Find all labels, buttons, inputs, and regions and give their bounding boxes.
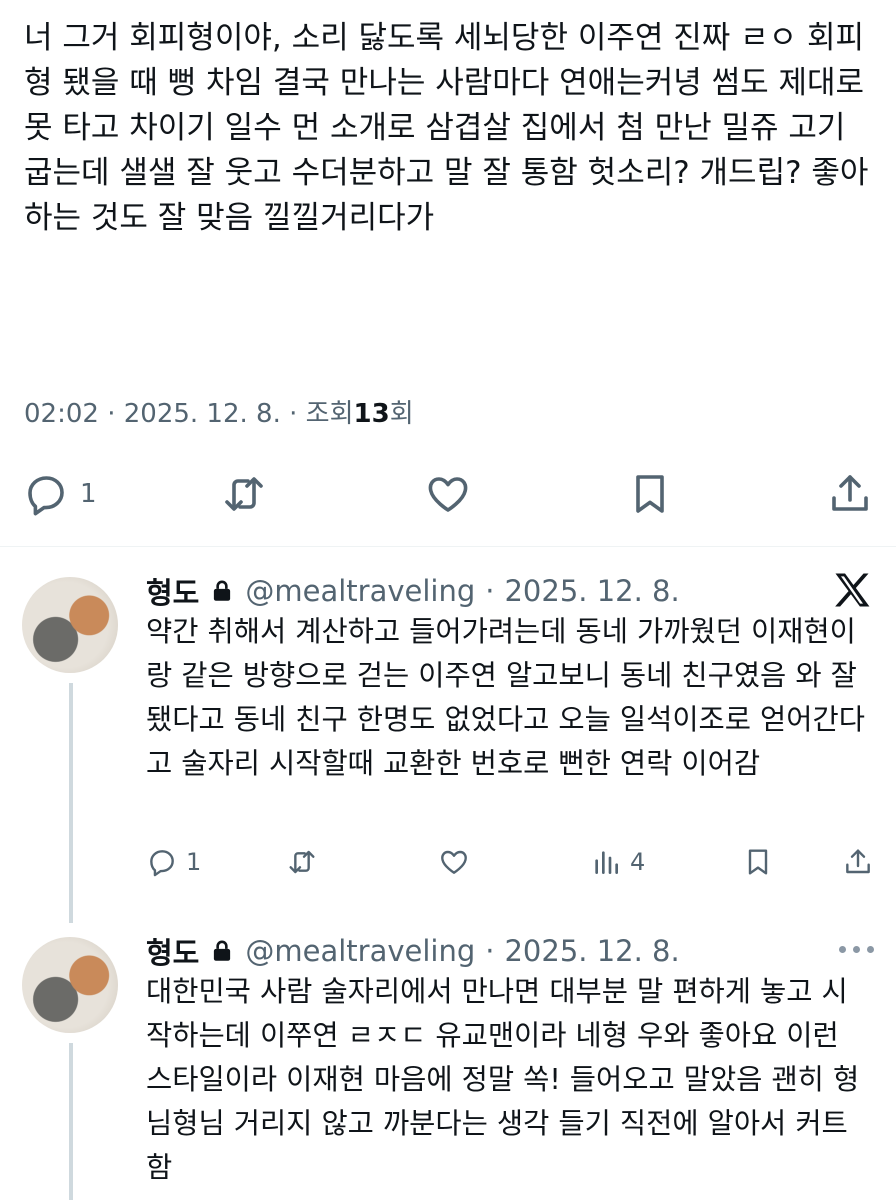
repost-button[interactable] bbox=[286, 846, 318, 878]
analytics-icon bbox=[595, 851, 618, 874]
header-separator: · bbox=[485, 574, 495, 608]
reply-count: 1 bbox=[186, 848, 202, 876]
view-count: 4 bbox=[630, 848, 646, 876]
lock-icon bbox=[209, 578, 235, 604]
lock-icon bbox=[209, 938, 235, 964]
views-label: 조회 bbox=[305, 399, 354, 429]
username[interactable]: @mealtraveling bbox=[245, 574, 475, 608]
reply-header: 형도 @mealtraveling · 2025. 12. 8. bbox=[146, 570, 680, 612]
share-icon bbox=[832, 475, 868, 511]
reply-header: 형도 @mealtraveling · 2025. 12. 8. bbox=[146, 930, 680, 972]
bookmark-button[interactable] bbox=[626, 470, 674, 518]
views-count: 13 bbox=[353, 399, 390, 429]
share-icon bbox=[846, 849, 870, 874]
bookmark-icon bbox=[636, 475, 664, 513]
reply-text: 약간 취해서 계산하고 들어가려는데 동네 가까웠던 이재현이랑 같은 방향으로… bbox=[146, 615, 865, 780]
tweet-time[interactable]: 02:02 bbox=[24, 399, 99, 429]
reply-count: 1 bbox=[80, 479, 97, 509]
meta-separator: · bbox=[107, 399, 116, 429]
repost-icon bbox=[289, 850, 315, 874]
reply-text: 대한민국 사람 술자리에서 만나면 대부분 말 편하게 놓고 시작하는데 이쭈연… bbox=[146, 975, 860, 1184]
more-icon[interactable] bbox=[839, 946, 874, 953]
share-button[interactable] bbox=[842, 846, 874, 878]
like-button[interactable] bbox=[424, 470, 472, 518]
tweet-meta: 02:02 · 2025. 12. 8. · 조회13회 bbox=[24, 393, 414, 430]
views-button[interactable]: 4 bbox=[590, 846, 645, 878]
views-suffix: 회 bbox=[389, 399, 414, 429]
repost-button[interactable] bbox=[220, 470, 268, 518]
x-logo-icon bbox=[830, 568, 874, 616]
reply-button[interactable]: 1 bbox=[146, 846, 201, 878]
bookmark-icon bbox=[748, 849, 768, 875]
reply-button[interactable]: 1 bbox=[22, 470, 97, 518]
tweet-text: 너 그거 회피형이야, 소리 닳도록 세뇌당한 이주연 진짜 ㄹㅇ 회피형 됐을… bbox=[24, 20, 874, 236]
username[interactable]: @mealtraveling bbox=[245, 934, 475, 968]
heart-icon bbox=[441, 850, 467, 874]
thread-line bbox=[69, 1043, 73, 1200]
reply-date[interactable]: 2025. 12. 8. bbox=[504, 574, 679, 608]
thread-line bbox=[69, 683, 73, 923]
heart-icon bbox=[428, 477, 468, 512]
avatar[interactable] bbox=[22, 937, 118, 1033]
section-divider bbox=[0, 546, 896, 547]
tweet-date[interactable]: 2025. 12. 8. bbox=[124, 399, 281, 429]
share-button[interactable] bbox=[826, 470, 874, 518]
reply-action-bar: 1 4 bbox=[0, 846, 896, 886]
avatar[interactable] bbox=[22, 577, 118, 673]
header-separator: · bbox=[485, 934, 495, 968]
meta-separator: · bbox=[289, 399, 298, 429]
repost-icon bbox=[225, 477, 263, 511]
display-name[interactable]: 형도 bbox=[146, 570, 199, 612]
tweet-action-bar: 1 bbox=[0, 470, 896, 526]
comment-icon bbox=[28, 476, 64, 516]
reply-date[interactable]: 2025. 12. 8. bbox=[504, 934, 679, 968]
comment-icon bbox=[150, 850, 174, 877]
like-button[interactable] bbox=[438, 846, 470, 878]
bookmark-button[interactable] bbox=[742, 846, 774, 878]
display-name[interactable]: 형도 bbox=[146, 930, 199, 972]
